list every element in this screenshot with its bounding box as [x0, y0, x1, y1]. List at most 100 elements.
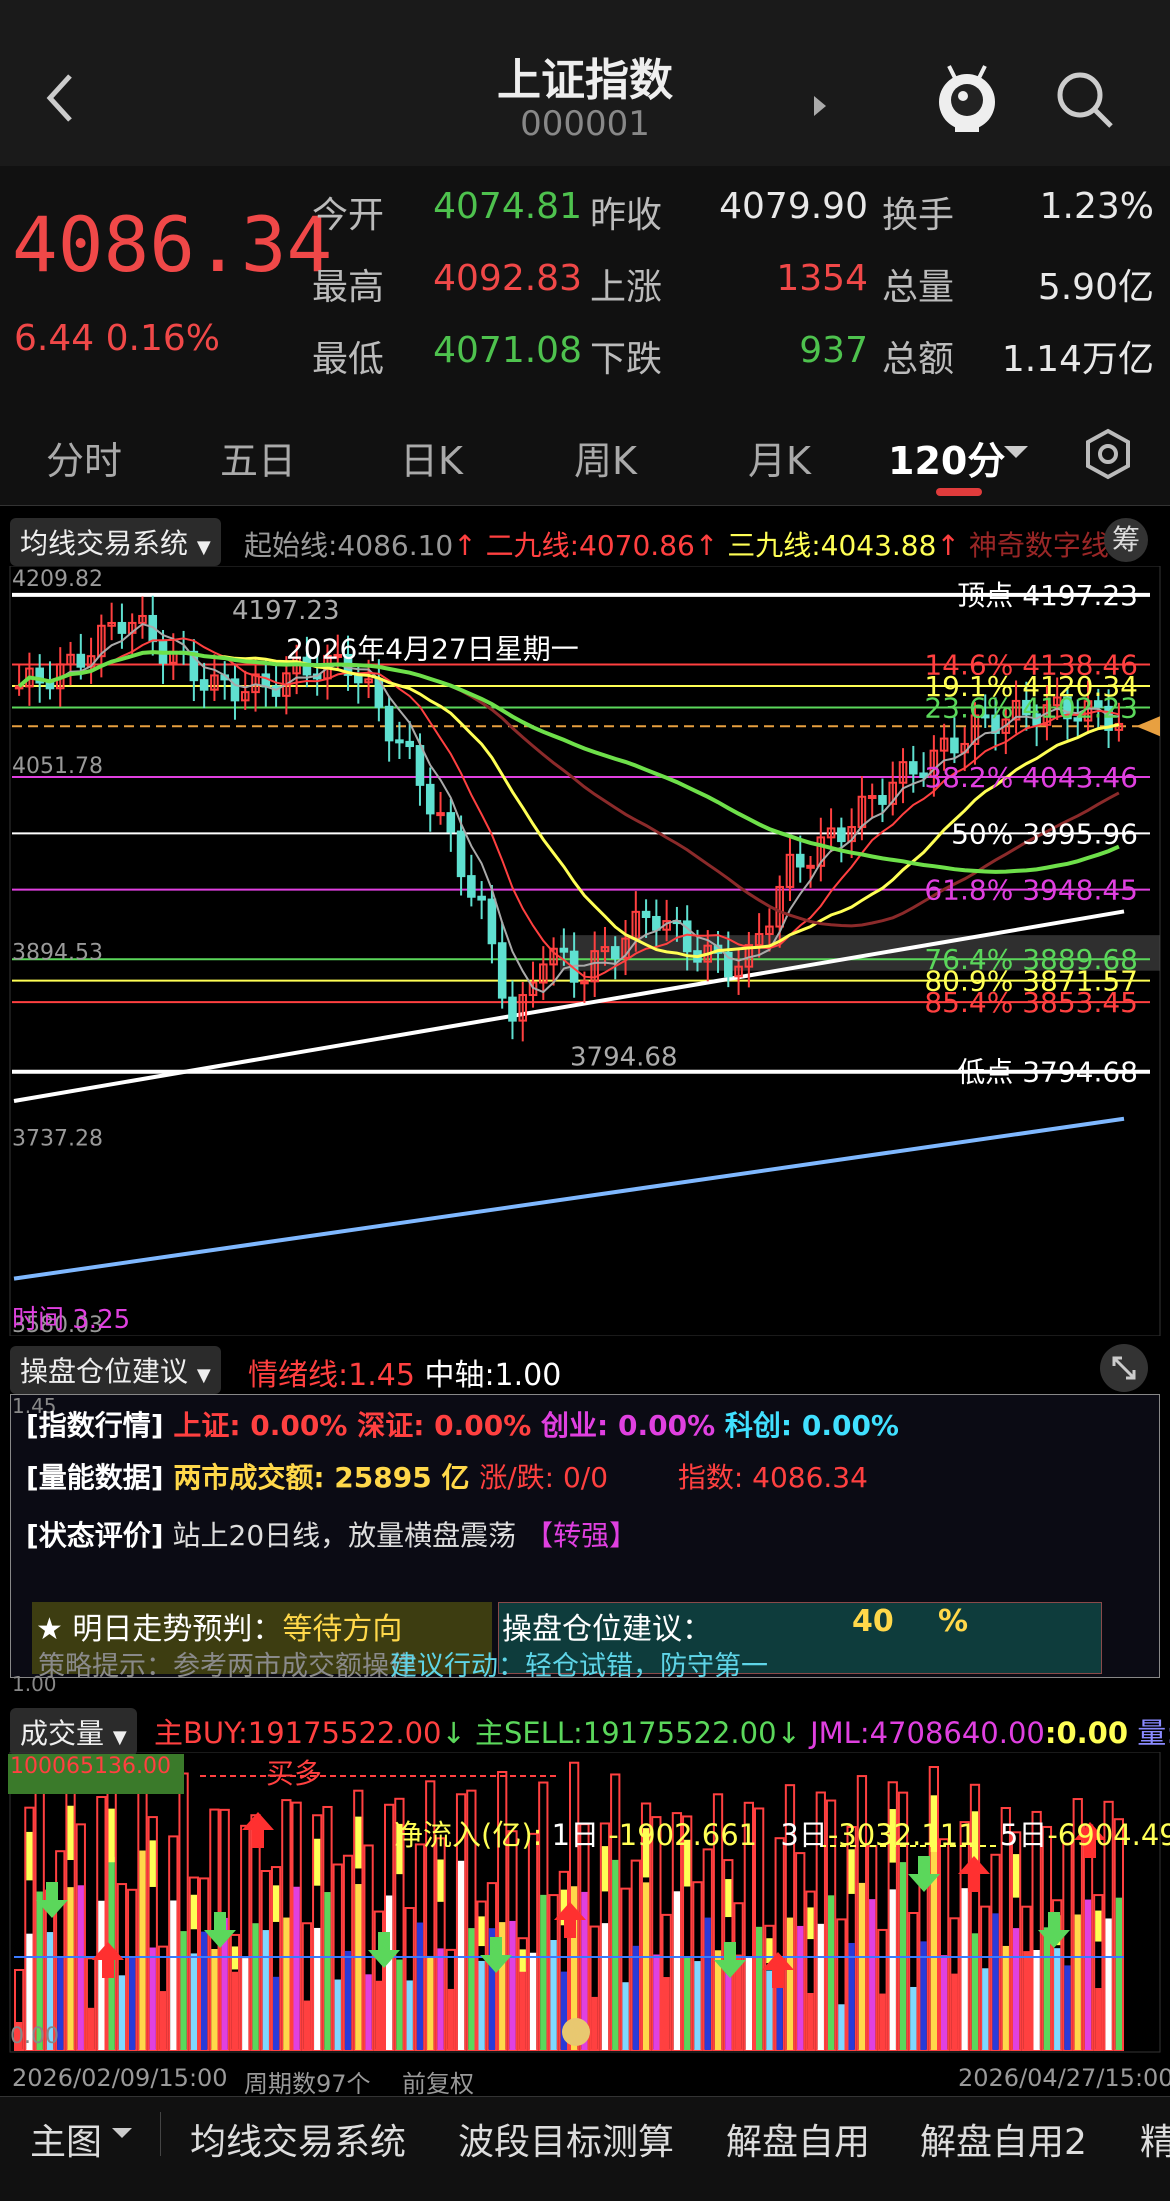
tab-120min[interactable]: 120分 [888, 430, 1005, 485]
vol-fill [848, 1942, 855, 2050]
vol-highlight [355, 1816, 362, 1869]
expand-arrow-icon[interactable] [810, 94, 830, 118]
quote-value: 5.90亿 [1037, 267, 1154, 308]
price-marker [1136, 716, 1160, 737]
tab-dropdown-icon[interactable] [1002, 444, 1030, 460]
vol-fill [961, 1888, 968, 2050]
vol-highlight [725, 1879, 732, 1918]
candle-body [415, 745, 425, 786]
candle-body [395, 739, 404, 744]
vol-fill [540, 1894, 547, 2050]
position-label: 操盘仓位建议： [502, 1612, 712, 1647]
vol-fill [889, 1889, 896, 2050]
search-icon[interactable] [1055, 70, 1115, 130]
vol-fill [396, 1959, 403, 2050]
vol-fill [314, 1927, 321, 2050]
vol-highlight [190, 1894, 197, 1930]
settings-hexagon-icon[interactable] [1082, 428, 1134, 480]
bottom-tab-main[interactable]: 主图 [30, 2113, 102, 2165]
vol-fill [632, 1945, 639, 2050]
bottom-tab-self2[interactable]: 解盘自用2 [920, 2113, 1087, 2165]
active-tab-indicator [936, 488, 982, 496]
bottom-tab-more[interactable]: 精 [1140, 2113, 1170, 2165]
vol-fill [272, 1976, 280, 2050]
vol-fill [1064, 1965, 1071, 2050]
candle-body [199, 679, 209, 691]
vol-fill [827, 1895, 835, 2050]
vol-fill [427, 1955, 434, 2050]
vol-highlight [149, 1840, 156, 1887]
vol-fill [838, 2004, 845, 2050]
vol-fill [1043, 1927, 1051, 2050]
bottom-tab-ma-system[interactable]: 均线交易系统 [190, 2113, 406, 2165]
vol-fill [941, 1955, 948, 2050]
tab-yuek[interactable]: 月K [748, 430, 811, 485]
bottom-dropdown-icon[interactable] [110, 2126, 134, 2140]
vol-fill [386, 1895, 393, 2050]
vol-fill [910, 1986, 917, 2050]
volume-chart[interactable] [0, 1752, 1170, 2058]
buy-label: 买多 [266, 1757, 323, 1790]
vol-fill [745, 1956, 752, 2050]
tab-fenshi[interactable]: 分时 [46, 430, 122, 485]
vol-fill [252, 1923, 259, 2050]
bottom-tab-self[interactable]: 解盘自用 [726, 2113, 870, 2165]
vol-fill [591, 1996, 598, 2050]
vol-fill [231, 1971, 239, 2050]
candle-body [405, 740, 414, 748]
candle-body [610, 946, 620, 960]
candle-body [580, 980, 589, 985]
indicator-selector-main[interactable]: 均线交易系统 ▼ [10, 518, 221, 566]
mascot-icon[interactable] [935, 60, 999, 136]
candle-body [950, 737, 959, 754]
candle-body [497, 942, 507, 999]
vol-fill [180, 1931, 187, 2050]
vol-fill [653, 1954, 660, 2050]
vol-highlight [108, 1808, 115, 1863]
quote-value: 1.23% [1039, 186, 1154, 227]
footer-periods: 周期数97个 [244, 2070, 371, 2098]
vol-fill [447, 1988, 454, 2050]
axis-label: 3737.28 [12, 1127, 103, 1152]
tab-wuri[interactable]: 五日 [220, 430, 296, 485]
vol-fill [704, 1917, 711, 2050]
indicator-selector-volume[interactable]: 成交量 ▼ [10, 1708, 137, 1756]
vol-fill [457, 1860, 465, 2050]
vol-fill [139, 1850, 146, 2050]
vol-fill [1084, 1899, 1092, 2050]
vol-fill [663, 1977, 670, 2050]
volume-legend: 主BUY:19175522.00↓ 主SELL:19175522.00↓ JML… [154, 1716, 1170, 1750]
tab-rik[interactable]: 日K [400, 430, 463, 485]
candle-body [909, 761, 918, 775]
quote-value: 4092.83 [433, 258, 582, 299]
vol-fill [1033, 1950, 1040, 2050]
vol-fill [170, 1900, 177, 2050]
position-legend: 情绪线:1.45 中轴:1.00 [248, 1358, 562, 1393]
candle-body [652, 915, 661, 931]
indicator-selector-position[interactable]: 操盘仓位建议 ▼ [10, 1346, 221, 1394]
fib-label: 顶点 4197.23 [957, 579, 1138, 612]
vol-fill [1023, 1951, 1030, 2050]
vol-fill [612, 1859, 619, 2050]
candle-body [795, 853, 805, 868]
up-arrow [958, 1856, 990, 1892]
candlestick-chart[interactable]: 4209.824051.783894.533737.283580.034197.… [0, 566, 1170, 1336]
vol-fill [406, 1980, 413, 2050]
fib-label: 85.4% 3853.45 [924, 986, 1138, 1019]
vol-fill [283, 1917, 290, 2050]
candle-body [508, 996, 517, 1022]
quote-key: 最低 [312, 339, 385, 380]
chip-calc-button[interactable]: 筹 [1104, 518, 1148, 562]
fullscreen-icon[interactable] [1098, 1342, 1150, 1394]
vol-fill [766, 1970, 773, 2050]
vol-highlight [1012, 1854, 1020, 1898]
candle-body [425, 783, 435, 815]
vol-fill [375, 1980, 382, 2050]
footer-start: 2026/02/09/15:00 [12, 2064, 228, 2092]
candle-body [117, 621, 127, 634]
bottom-tab-wave-target[interactable]: 波段目标测算 [458, 2113, 674, 2165]
tab-zhouk[interactable]: 周K [574, 430, 637, 485]
candle-body [641, 910, 651, 918]
vol-fill [129, 1957, 136, 2050]
vol-bottom-value: 0.00 [10, 2024, 59, 2049]
